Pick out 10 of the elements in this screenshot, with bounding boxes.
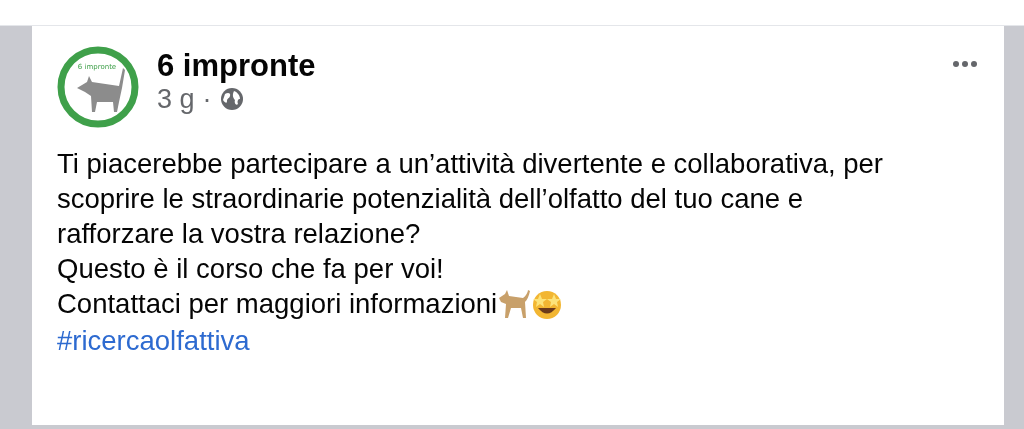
page-name[interactable]: 6 impronte [157, 48, 934, 84]
more-options-icon[interactable] [952, 60, 978, 68]
globe-icon [219, 87, 244, 111]
post-text: Ti piacerebbe partecipare a un’attività divertente e collaborativa, per scoprire le straordinarie potenzialità dell’olfatto del tuo cane e rafforzare la vostra relazione? [57, 147, 884, 251]
post-text: Contattaci per maggiori informazioni [57, 287, 498, 321]
separator-dot: · [202, 84, 212, 114]
hashtag-link[interactable]: #ricercaolfattiva [57, 323, 250, 358]
dog-icon [497, 287, 532, 320]
post-text: Questo è il corso che fa per voi! [57, 252, 445, 286]
post-time[interactable]: 3 g [157, 84, 195, 114]
